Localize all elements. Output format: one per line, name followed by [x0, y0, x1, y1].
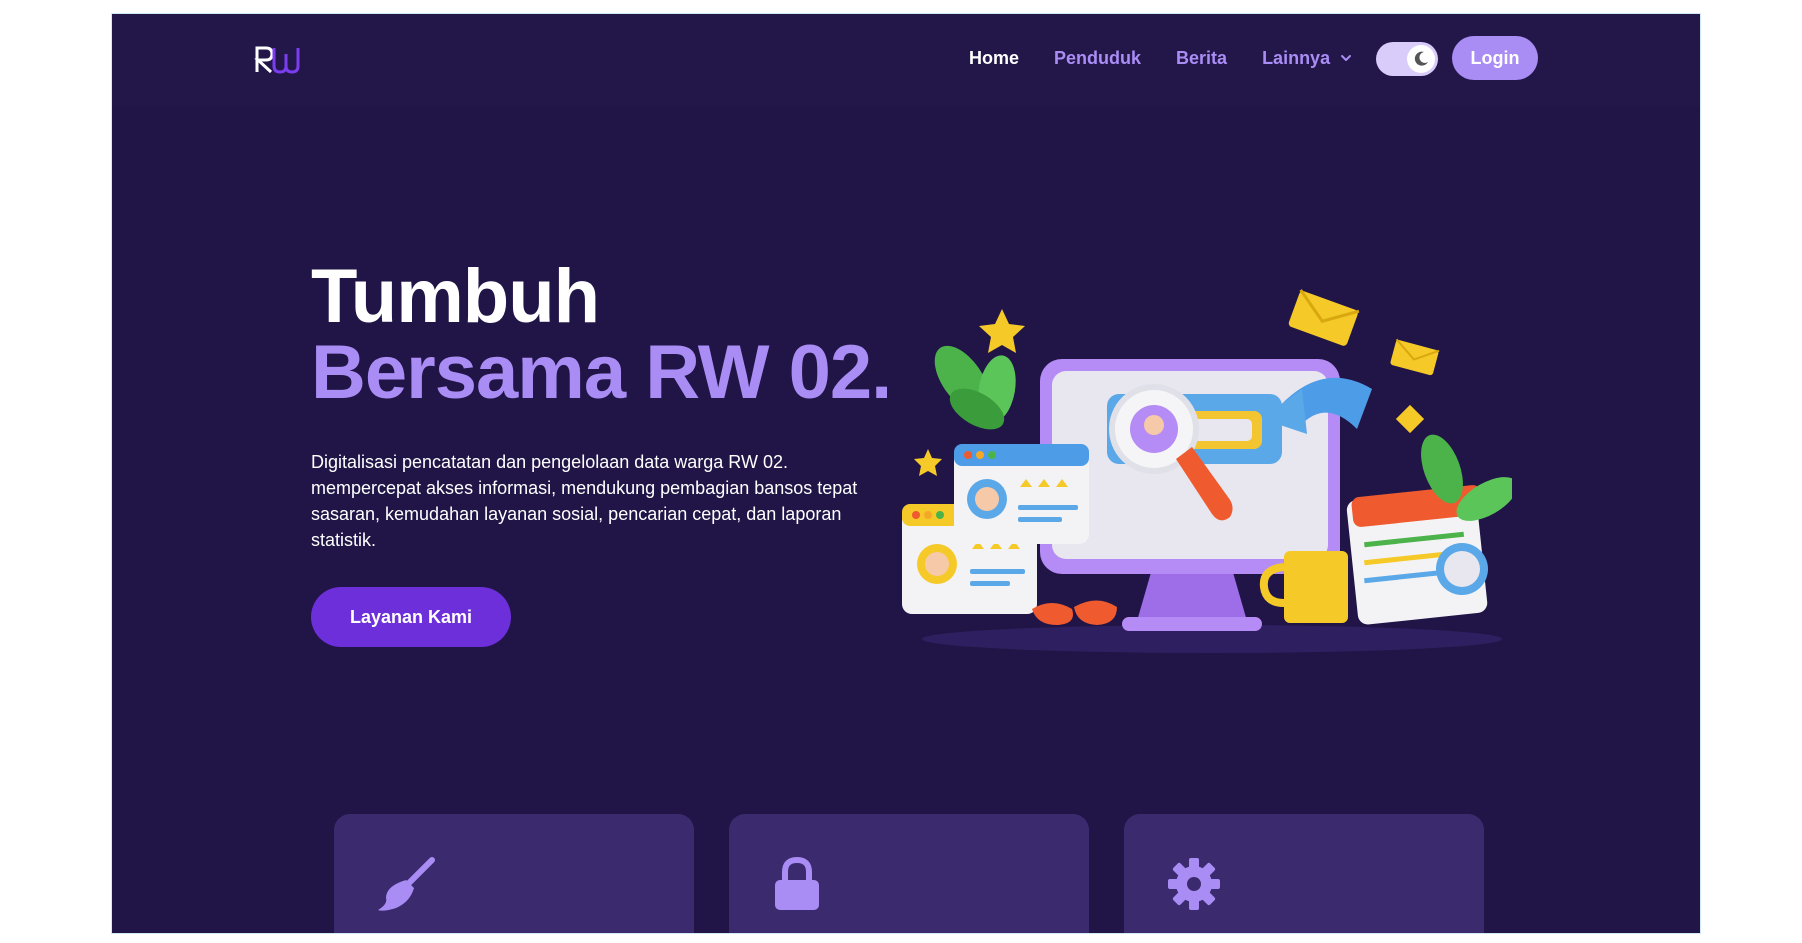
toggle-knob	[1407, 45, 1435, 73]
gear-icon	[1168, 858, 1220, 910]
chevron-down-icon	[1341, 55, 1352, 61]
hero-illustration	[902, 289, 1512, 653]
nav-link-lainnya[interactable]: Lainnya	[1262, 48, 1352, 69]
browser-viewport: Home Penduduk Berita Lainnya Login Tumbu…	[111, 13, 1701, 934]
service-card-cleaning[interactable]	[334, 814, 694, 933]
theme-toggle[interactable]	[1376, 42, 1438, 76]
hero-description: Digitalisasi pencatatan dan pengelolaan …	[311, 452, 858, 550]
service-card-security[interactable]	[729, 814, 1089, 933]
login-button[interactable]: Login	[1452, 36, 1538, 80]
hero-title-line2: Bersama RW 02.	[311, 330, 892, 415]
services-cta-button[interactable]: Layanan Kami	[311, 587, 511, 647]
hero-title: Tumbuh Bersama RW 02.	[311, 254, 892, 415]
broom-icon	[378, 857, 435, 911]
lock-icon	[775, 856, 819, 910]
rw-logo[interactable]	[254, 44, 302, 74]
nav-menu: Home Penduduk Berita Lainnya	[969, 14, 1352, 102]
moon-icon	[1414, 51, 1428, 66]
nav-link-lainnya-label: Lainnya	[1262, 47, 1331, 68]
nav-link-home[interactable]: Home	[969, 48, 1019, 69]
hero-title-line1: Tumbuh	[311, 254, 600, 339]
nav-link-penduduk[interactable]: Penduduk	[1054, 48, 1141, 69]
nav-link-berita[interactable]: Berita	[1176, 48, 1227, 69]
service-card-settings[interactable]	[1124, 814, 1484, 933]
navbar: Home Penduduk Berita Lainnya Login	[112, 14, 1700, 106]
